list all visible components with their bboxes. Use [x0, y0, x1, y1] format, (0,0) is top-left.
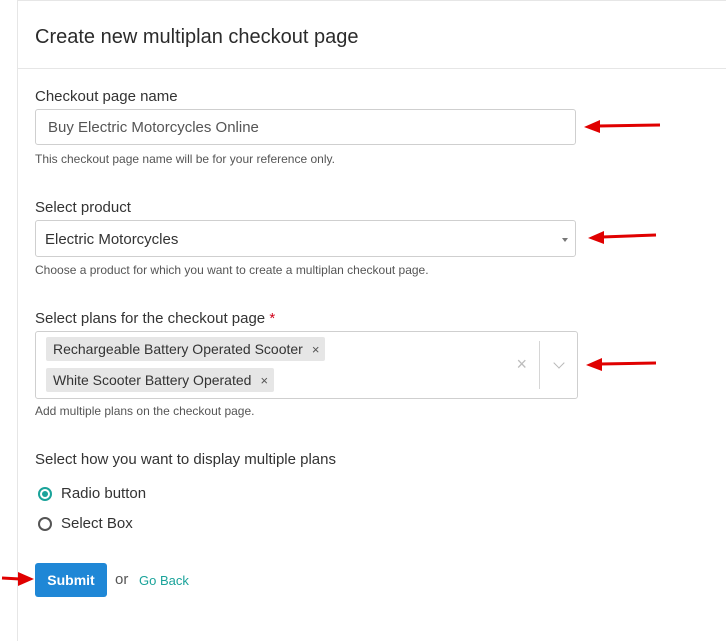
select-product-label: Select product: [35, 199, 131, 216]
plan-tag-label: White Scooter Battery Operated: [53, 372, 252, 388]
selected-product-value: Electric Motorcycles: [45, 231, 179, 248]
chevron-down-icon[interactable]: [553, 357, 565, 369]
select-plans-multiselect[interactable]: Rechargeable Battery Operated Scooter × W…: [35, 331, 578, 399]
plan-tag-label: Rechargeable Battery Operated Scooter: [53, 341, 303, 357]
select-product-help: Choose a product for which you want to c…: [35, 263, 429, 277]
select-plans-help: Add multiple plans on the checkout page.: [35, 404, 255, 418]
display-mode-label: Select how you want to display multiple …: [35, 451, 336, 468]
annotation-arrow-icon: [584, 120, 661, 133]
checkout-page-name-help: This checkout page name will be for your…: [35, 152, 335, 166]
remove-tag-icon[interactable]: ×: [312, 342, 320, 357]
checkout-page-name-input[interactable]: [35, 109, 576, 145]
plan-tag: White Scooter Battery Operated ×: [46, 368, 275, 392]
annotation-arrow-icon: [1, 572, 34, 586]
clear-all-icon[interactable]: ×: [516, 354, 527, 375]
radio-checked-icon[interactable]: [38, 487, 52, 501]
checkout-page-name-label: Checkout page name: [35, 88, 178, 105]
select-plans-label-text: Select plans for the checkout page: [35, 310, 266, 327]
plan-tag: Rechargeable Battery Operated Scooter ×: [46, 337, 326, 361]
required-asterisk: *: [269, 310, 276, 327]
radio-unchecked-icon[interactable]: [38, 517, 52, 531]
radio-option-label: Radio button: [61, 485, 147, 502]
or-separator-text: or: [115, 571, 129, 588]
submit-button[interactable]: Submit: [35, 563, 107, 597]
indicator-separator: [539, 341, 540, 389]
select-plans-label: Select plans for the checkout page *: [35, 310, 275, 327]
remove-tag-icon[interactable]: ×: [260, 373, 268, 388]
radio-option-label: Select Box: [61, 515, 133, 532]
annotation-arrow-icon: [586, 358, 657, 371]
go-back-link[interactable]: Go Back: [139, 573, 189, 588]
header-divider: [17, 68, 726, 69]
caret-down-icon: [562, 238, 568, 242]
page-title: Create new multiplan checkout page: [35, 26, 359, 48]
annotation-arrow-icon: [588, 231, 657, 244]
select-product-dropdown[interactable]: Electric Motorcycles: [35, 220, 576, 257]
